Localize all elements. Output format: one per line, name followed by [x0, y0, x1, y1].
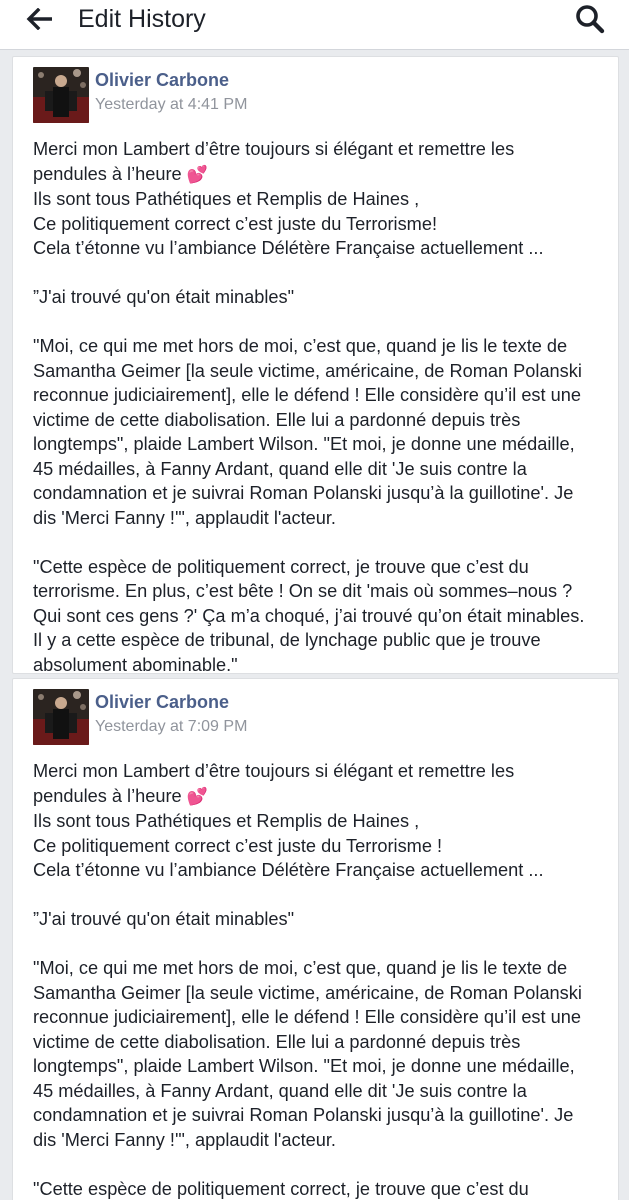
text-line: 45 médailles, à Fanny Ardant, quand elle…: [33, 1080, 527, 1101]
two-hearts-icon: 💕: [186, 164, 208, 184]
text-line: Samantha Geimer [la seule victime, améri…: [33, 360, 582, 381]
entry-text: Merci mon Lambert d’être toujours si élé…: [23, 759, 608, 1200]
text-line: longtemps", plaide Lambert Wilson. "Et m…: [33, 1056, 575, 1076]
text-line: pendules à l’heure 💕: [33, 163, 208, 184]
text-line: Il y a cette espèce de tribunal, de lync…: [33, 630, 541, 650]
edit-history-entry: Olivier Carbone Yesterday at 7:09 PM Mer…: [12, 678, 619, 1200]
text-line: Ce politiquement correct c’est juste du …: [33, 213, 437, 234]
author-name[interactable]: Olivier Carbone: [95, 691, 229, 713]
edit-history-list: Olivier Carbone Yesterday at 4:41 PM Mer…: [0, 56, 629, 1200]
text-line: "Cette espèce de politiquement correct, …: [33, 556, 529, 577]
entry-text: Merci mon Lambert d’être toujours si élé…: [23, 137, 608, 677]
text-line: "Cette espèce de politiquement correct, …: [33, 1178, 529, 1199]
search-button[interactable]: [574, 3, 606, 35]
paragraph: Merci mon Lambert d’être toujours si élé…: [33, 759, 604, 883]
text-line: reconnue judiciairement], elle le défend…: [33, 1007, 581, 1027]
edit-history-entry: Olivier Carbone Yesterday at 4:41 PM Mer…: [12, 56, 619, 677]
avatar[interactable]: [33, 689, 89, 745]
text-line: Merci mon Lambert d’être toujours si élé…: [33, 761, 515, 781]
text-line: longtemps", plaide Lambert Wilson. "Et m…: [33, 434, 575, 454]
paragraph: "Cette espèce de politiquement correct, …: [33, 555, 604, 678]
paragraph: ”J'ai trouvé qu'on était minables": [33, 907, 604, 932]
text-line: pendules à l’heure 💕: [33, 785, 208, 806]
text-line: "Moi, ce qui me met hors de moi, c’est q…: [33, 958, 568, 978]
text-line: victime de cette diabolisation. Elle lui…: [33, 409, 521, 430]
text-line: condamnation et je suivrai Roman Polansk…: [33, 1105, 574, 1125]
text-line: reconnue judiciairement], elle le défend…: [33, 385, 581, 405]
paragraph: Merci mon Lambert d’être toujours si élé…: [33, 137, 604, 261]
text-line: 45 médailles, à Fanny Ardant, quand elle…: [33, 458, 527, 479]
entry-header: Olivier Carbone Yesterday at 4:41 PM: [23, 67, 608, 123]
two-hearts-icon: 💕: [186, 786, 208, 806]
timestamp[interactable]: Yesterday at 4:41 PM: [95, 95, 247, 115]
timestamp[interactable]: Yesterday at 7:09 PM: [95, 717, 247, 737]
text-line: Samantha Geimer [la seule victime, améri…: [33, 982, 582, 1003]
arrow-left-icon: [26, 8, 52, 30]
text-line: Cela t’étonne vu l’ambiance Délétère Fra…: [33, 860, 544, 880]
text-line: "Moi, ce qui me met hors de moi, c’est q…: [33, 336, 568, 356]
app-bar: Edit History: [0, 0, 629, 50]
text-line: victime de cette diabolisation. Elle lui…: [33, 1031, 521, 1052]
back-button[interactable]: [24, 8, 56, 30]
text-line: absolument abominable.": [33, 654, 238, 675]
page-title: Edit History: [78, 5, 206, 33]
text-line: condamnation et je suivrai Roman Polansk…: [33, 483, 574, 503]
text-line: ”J'ai trouvé qu'on était minables": [33, 287, 295, 307]
text-line: ”J'ai trouvé qu'on était minables": [33, 909, 295, 929]
paragraph: "Cette espèce de politiquement correct, …: [33, 1177, 604, 1200]
text-line: Cela t’étonne vu l’ambiance Délétère Fra…: [33, 238, 544, 258]
text-line: Ils sont tous Pathétiques et Remplis de …: [33, 811, 420, 831]
text-line: dis 'Merci Fanny !'", applaudit l'acteur…: [33, 507, 336, 528]
paragraph: "Moi, ce qui me met hors de moi, c’est q…: [33, 334, 604, 530]
entry-header: Olivier Carbone Yesterday at 7:09 PM: [23, 689, 608, 745]
paragraph: ”J'ai trouvé qu'on était minables": [33, 285, 604, 310]
text-line: Qui sont ces gens ?' Ça m’a choqué, j’ai…: [33, 605, 585, 626]
author-name[interactable]: Olivier Carbone: [95, 69, 229, 91]
text-line: dis 'Merci Fanny !'", applaudit l'acteur…: [33, 1129, 336, 1150]
text-line: Ce politiquement correct c’est juste du …: [33, 835, 443, 856]
paragraph: "Moi, ce qui me met hors de moi, c’est q…: [33, 956, 604, 1152]
text-line: Ils sont tous Pathétiques et Remplis de …: [33, 189, 420, 209]
avatar[interactable]: [33, 67, 89, 123]
text-line: terrorisme. En plus, c’est bête ! On se …: [33, 581, 573, 601]
text-line: Merci mon Lambert d’être toujours si élé…: [33, 139, 515, 159]
search-icon: [576, 5, 605, 34]
